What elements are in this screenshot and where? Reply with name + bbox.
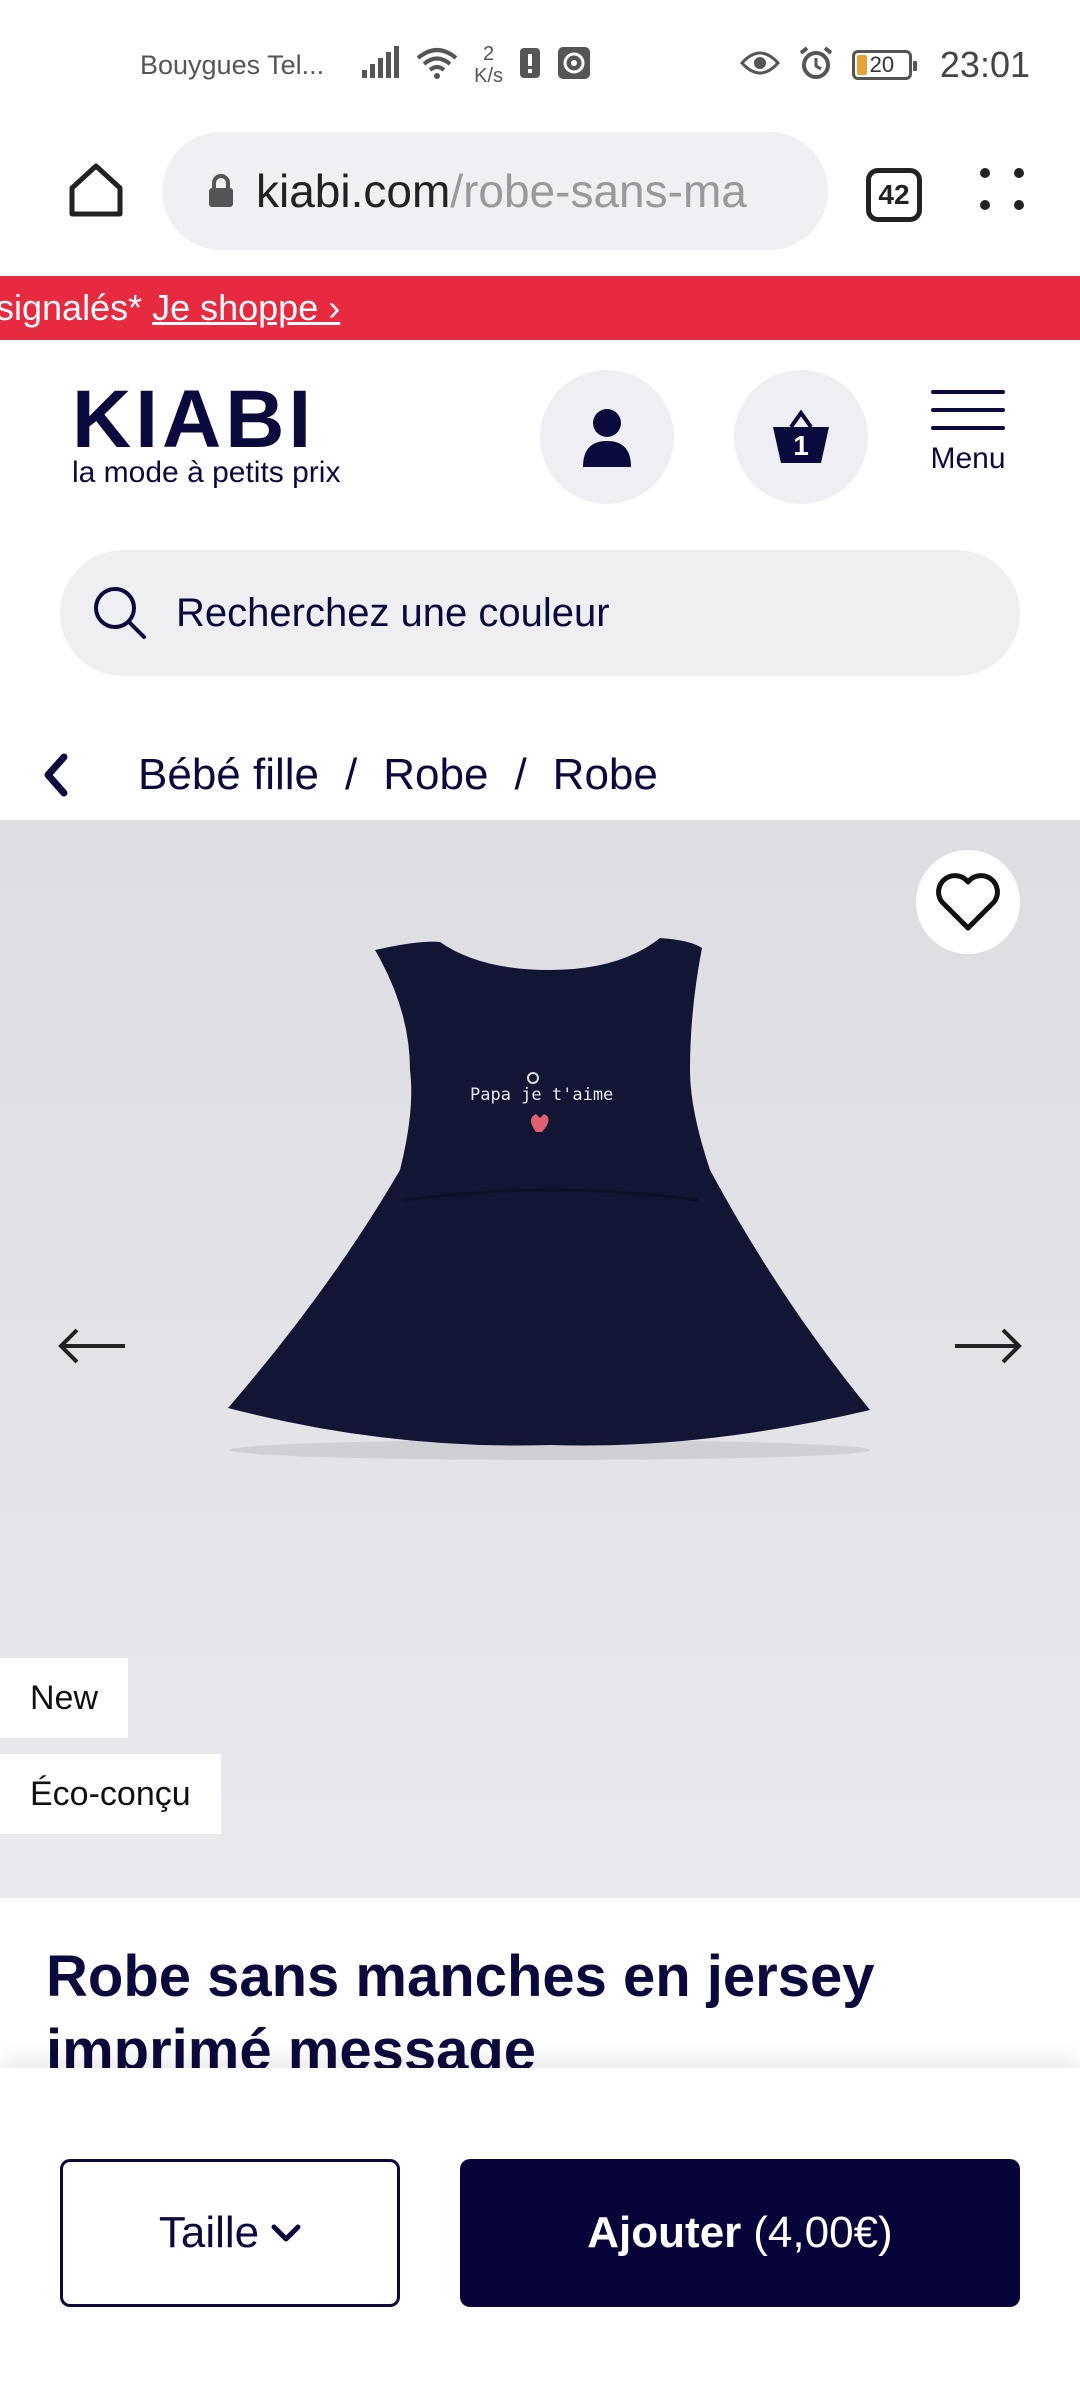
network-speed-value: 2 xyxy=(483,43,495,65)
back-button[interactable] xyxy=(40,753,100,797)
alert-icon xyxy=(519,47,541,84)
account-button[interactable] xyxy=(540,370,674,504)
status-right: 20 23:01 xyxy=(739,44,1030,86)
promo-shop-link[interactable]: Je shoppe › xyxy=(152,287,340,329)
breadcrumb-item-robe[interactable]: Robe xyxy=(383,750,488,800)
home-button[interactable] xyxy=(62,156,130,224)
network-speed-unit: K/s xyxy=(474,65,504,87)
breadcrumb-separator: / xyxy=(514,750,527,799)
status-icons: 2 K/s xyxy=(360,43,591,87)
home-icon xyxy=(69,163,123,217)
badge-new: New xyxy=(0,1658,129,1738)
menu-label: Menu xyxy=(930,442,1006,475)
logo-tagline: la mode à petits prix xyxy=(72,456,341,489)
size-label: Taille xyxy=(158,2208,260,2257)
cart-count-badge: 1 xyxy=(793,430,809,461)
tab-switcher-button[interactable]: 42 xyxy=(866,168,922,222)
logo-wordmark: KIABI xyxy=(72,374,316,465)
add-price: (4,00€) xyxy=(753,2208,893,2257)
lock-icon xyxy=(208,174,234,208)
breadcrumb-item-robe-current[interactable]: Robe xyxy=(553,750,658,800)
heart-icon xyxy=(936,873,1000,931)
previous-image-button[interactable] xyxy=(52,1316,132,1376)
chevron-down-icon xyxy=(271,2223,301,2243)
promo-banner: signalés* Je shoppe › xyxy=(0,276,1080,340)
url-domain: kiabi.com xyxy=(256,165,451,217)
chevron-left-icon xyxy=(44,753,68,797)
arrow-left-icon xyxy=(58,1328,125,1364)
next-image-button[interactable] xyxy=(948,1316,1028,1376)
add-label: Ajouter xyxy=(587,2208,742,2257)
breadcrumb-item-bebe-fille[interactable]: Bébé fille xyxy=(138,750,319,800)
add-to-cart-button[interactable]: Ajouter (4,00€) xyxy=(460,2159,1020,2307)
dress-print-text: Papa je t'aime xyxy=(470,1085,613,1105)
badge-eco-concu: Éco-conçu xyxy=(0,1754,221,1834)
search-icon xyxy=(90,583,150,643)
menu-button[interactable]: Menu xyxy=(928,390,1008,476)
favorite-button[interactable] xyxy=(916,850,1020,954)
battery-icon: 20 xyxy=(851,50,917,80)
site-header: KIABI la mode à petits prix 1 Menu xyxy=(0,340,1080,540)
signal-icon xyxy=(360,45,400,85)
kiabi-logo[interactable]: KIABI la mode à petits prix xyxy=(72,374,372,489)
product-title: Robe sans manches en jersey imprimé mess… xyxy=(46,1944,875,2068)
arrow-right-icon xyxy=(955,1328,1022,1364)
search-placeholder: Recherchez une couleur xyxy=(176,590,610,635)
address-bar[interactable]: kiabi.com/robe-sans-ma xyxy=(162,132,828,250)
more-options-button[interactable] xyxy=(978,160,1028,220)
promo-text: signalés* xyxy=(0,287,143,328)
bottom-action-bar: Taille Ajouter (4,00€) xyxy=(0,2068,1080,2400)
clock: 23:01 xyxy=(939,44,1030,85)
url-path: /robe-sans-ma xyxy=(450,165,747,217)
product-photo-dress: Papa je t'aime xyxy=(228,938,870,1460)
user-icon xyxy=(583,409,631,467)
breadcrumb-separator: / xyxy=(345,750,358,799)
browser-toolbar: kiabi.com/robe-sans-ma 42 xyxy=(0,130,1080,276)
alarm-icon xyxy=(798,45,834,86)
vpn-icon xyxy=(557,46,591,85)
product-image-gallery[interactable]: Papa je t'aime New Éco-conçu xyxy=(0,820,1080,1898)
carrier-name: Bouygues Tel... xyxy=(140,49,325,80)
hamburger-icon xyxy=(928,390,1008,430)
size-select-button[interactable]: Taille xyxy=(60,2159,400,2307)
search-input[interactable]: Recherchez une couleur xyxy=(60,550,1020,676)
network-speed: 2 K/s xyxy=(474,43,503,87)
eye-icon xyxy=(739,49,780,82)
breadcrumb: Bébé fille / Robe / Robe xyxy=(0,735,1080,815)
status-bar: Bouygues Tel... 2 K/s 20 23:01 xyxy=(0,0,1080,130)
cart-button[interactable]: 1 xyxy=(734,370,868,504)
wifi-icon xyxy=(416,46,458,85)
